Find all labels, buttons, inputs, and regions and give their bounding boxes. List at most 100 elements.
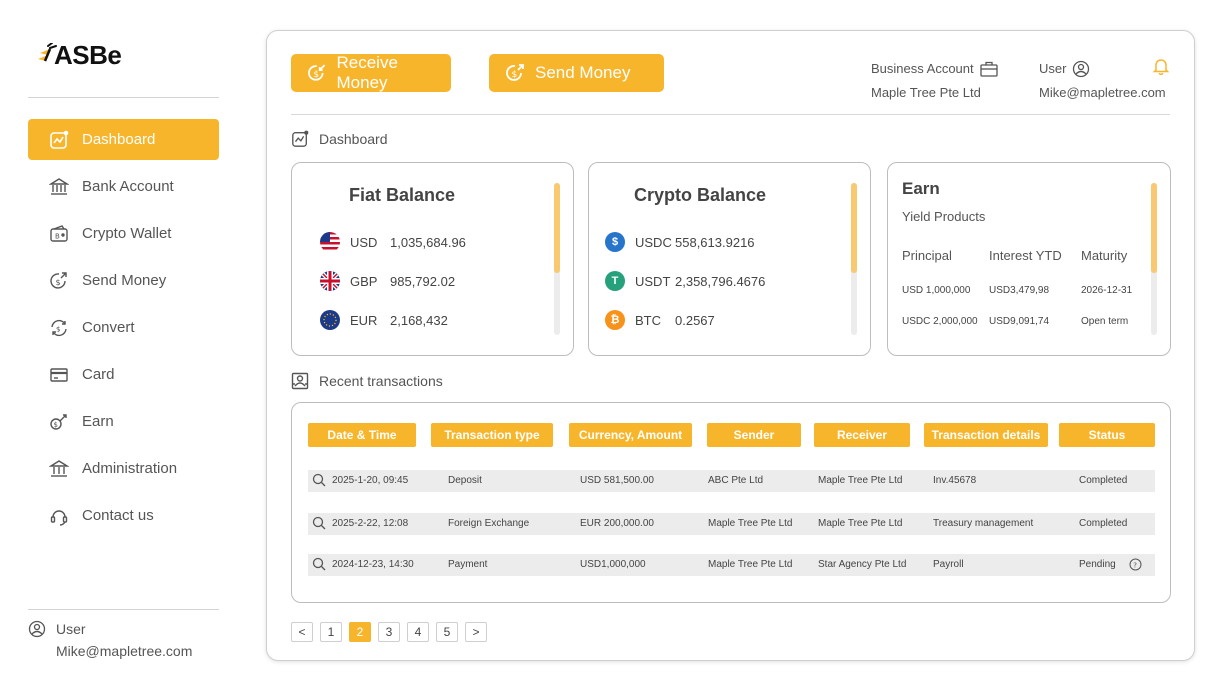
fiat-row-gbp: GBP 985,792.02 (320, 271, 455, 291)
uk-flag-icon (320, 271, 340, 291)
us-flag-icon (320, 232, 340, 252)
fiat-amount: 985,792.02 (390, 273, 456, 289)
crypto-amount: 558,613.9216 (675, 234, 755, 250)
search-icon[interactable] (312, 516, 326, 530)
sidebar-item-dashboard[interactable]: Dashboard (28, 119, 219, 160)
column-header-details[interactable]: Transaction details (924, 423, 1048, 447)
receive-money-label: Receive Money (336, 53, 398, 92)
cell-sender: ABC Pte Ltd (708, 475, 764, 486)
transactions-section-title: Recent transactions (291, 372, 443, 390)
eu-flag-icon (320, 310, 340, 330)
column-header-status[interactable]: Status (1059, 423, 1155, 447)
sidebar-item-label: Send Money (82, 272, 167, 289)
column-header-amount[interactable]: Currency, Amount (569, 423, 692, 447)
search-icon[interactable] (312, 473, 326, 487)
transactions-title: Recent transactions (319, 373, 443, 389)
column-header-type[interactable]: Transaction type (431, 423, 553, 447)
page-button-4[interactable]: 4 (407, 622, 429, 642)
receive-money-button[interactable]: $ Receive Money (291, 53, 451, 92)
sidebar-item-earn[interactable]: $ Earn (28, 401, 219, 442)
crypto-amount: 2,358,796.4676 (675, 273, 766, 289)
dashboard-section-title: Dashboard (291, 130, 388, 148)
main-panel: $ Receive Money $ Send Money Business Ac… (266, 30, 1195, 661)
cell-receiver: Maple Tree Pte Ltd (818, 518, 903, 529)
sidebar-user-label: User (56, 621, 86, 637)
transactions-table: Date & Time Transaction type Currency, A… (291, 402, 1171, 603)
sidebar-item-bank-account[interactable]: Bank Account (28, 166, 219, 207)
crypto-row-btc: ₿ BTC 0.2567 (605, 310, 715, 330)
svg-text:$: $ (313, 70, 319, 80)
sidebar-item-label: Earn (82, 413, 114, 430)
sidebar-item-label: Card (82, 366, 115, 383)
business-account[interactable]: Business Account Maple Tree Pte Ltd (871, 57, 998, 105)
column-header-sender[interactable]: Sender (707, 423, 801, 447)
fiat-currency: EUR (350, 312, 378, 328)
cell-date: 2025-2-22, 12:08 (332, 518, 409, 529)
notification-bell-icon[interactable] (1152, 57, 1170, 80)
transactions-icon (291, 372, 309, 390)
scrollbar-thumb[interactable] (851, 183, 857, 273)
page-button-1[interactable]: 1 (320, 622, 342, 642)
crypto-scrollbar[interactable] (851, 183, 857, 335)
sidebar-item-convert[interactable]: $ Convert (28, 307, 219, 348)
column-header-receiver[interactable]: Receiver (814, 423, 910, 447)
btc-icon: ₿ (605, 310, 625, 330)
fiat-currency: GBP (350, 273, 378, 289)
svg-text:?: ? (1133, 561, 1137, 569)
header-user[interactable]: User Mike@mapletree.com (1039, 57, 1166, 105)
page-button-3[interactable]: 3 (378, 622, 400, 642)
sidebar-item-label: Crypto Wallet (82, 225, 172, 242)
fiat-row-usd: USD 1,035,684.96 (320, 232, 466, 252)
crypto-balance-title: Crypto Balance (634, 185, 767, 205)
sidebar-divider-top (28, 97, 219, 98)
crypto-currency: BTC (635, 312, 661, 328)
crypto-balance-card: Crypto Balance $ USDC 558,613.9216 T USD… (588, 162, 871, 356)
cell-amount: EUR 200,000.00 (580, 518, 654, 529)
column-header-date[interactable]: Date & Time (308, 423, 416, 447)
table-row[interactable]: 2025-2-22, 12:08 Foreign Exchange EUR 20… (308, 513, 1155, 535)
scrollbar-thumb[interactable] (554, 183, 560, 273)
prev-page-button[interactable]: < (291, 622, 313, 642)
fiat-row-eur: EUR 2,168,432 (320, 310, 448, 330)
card-icon (48, 364, 70, 386)
page-button-5[interactable]: 5 (436, 622, 458, 642)
page-button-2[interactable]: 2 (349, 622, 371, 642)
scrollbar-thumb[interactable] (1151, 183, 1157, 273)
convert-icon: $ (48, 317, 70, 339)
send-money-button[interactable]: $ Send Money (489, 54, 664, 92)
next-page-button[interactable]: > (465, 622, 487, 642)
sidebar-user[interactable]: User Mike@mapletree.com (28, 620, 192, 659)
cell-receiver: Star Agency Pte Ltd (818, 559, 907, 570)
business-account-name: Maple Tree Pte Ltd (871, 85, 981, 100)
earn-icon: $ (48, 411, 70, 433)
cell-date: 2025-1-20, 09:45 (332, 475, 409, 486)
briefcase-icon (979, 61, 998, 77)
fiat-amount: 2,168,432 (390, 312, 448, 328)
sidebar-item-label: Contact us (82, 507, 154, 524)
sidebar-item-administration[interactable]: Administration (28, 448, 219, 489)
table-row[interactable]: 2024-12-23, 14:30 Payment USD1,000,000 M… (308, 554, 1155, 576)
crypto-row-usdt: T USDT 2,358,796.4676 (605, 271, 765, 291)
fiat-amount: 1,035,684.96 (390, 234, 466, 250)
sidebar-item-crypto-wallet[interactable]: B Crypto Wallet (28, 213, 219, 254)
earn-scrollbar[interactable] (1151, 183, 1157, 335)
user-icon (1073, 60, 1090, 78)
send-money-label: Send Money (535, 63, 631, 82)
fiat-balance-title: Fiat Balance (349, 185, 456, 205)
sidebar-item-label: Dashboard (82, 131, 156, 148)
cell-sender: Maple Tree Pte Ltd (708, 518, 793, 529)
cell-type: Foreign Exchange (448, 518, 530, 529)
help-icon[interactable]: ? (1129, 558, 1142, 571)
cell-status: Pending (1079, 559, 1116, 570)
logo-text: ASBe (54, 40, 122, 70)
cell-type: Payment (448, 559, 488, 570)
sidebar-item-contact-us[interactable]: Contact us (28, 495, 219, 536)
brand-logo[interactable]: ASBe (36, 40, 122, 71)
sidebar-item-send-money[interactable]: $ Send Money (28, 260, 219, 301)
bank-icon (48, 176, 70, 198)
headset-icon (48, 505, 70, 527)
table-row[interactable]: 2025-1-20, 09:45 Deposit USD 581,500.00 … (308, 470, 1155, 492)
sidebar-item-card[interactable]: Card (28, 354, 219, 395)
fiat-scrollbar[interactable] (554, 183, 560, 335)
search-icon[interactable] (312, 557, 326, 571)
